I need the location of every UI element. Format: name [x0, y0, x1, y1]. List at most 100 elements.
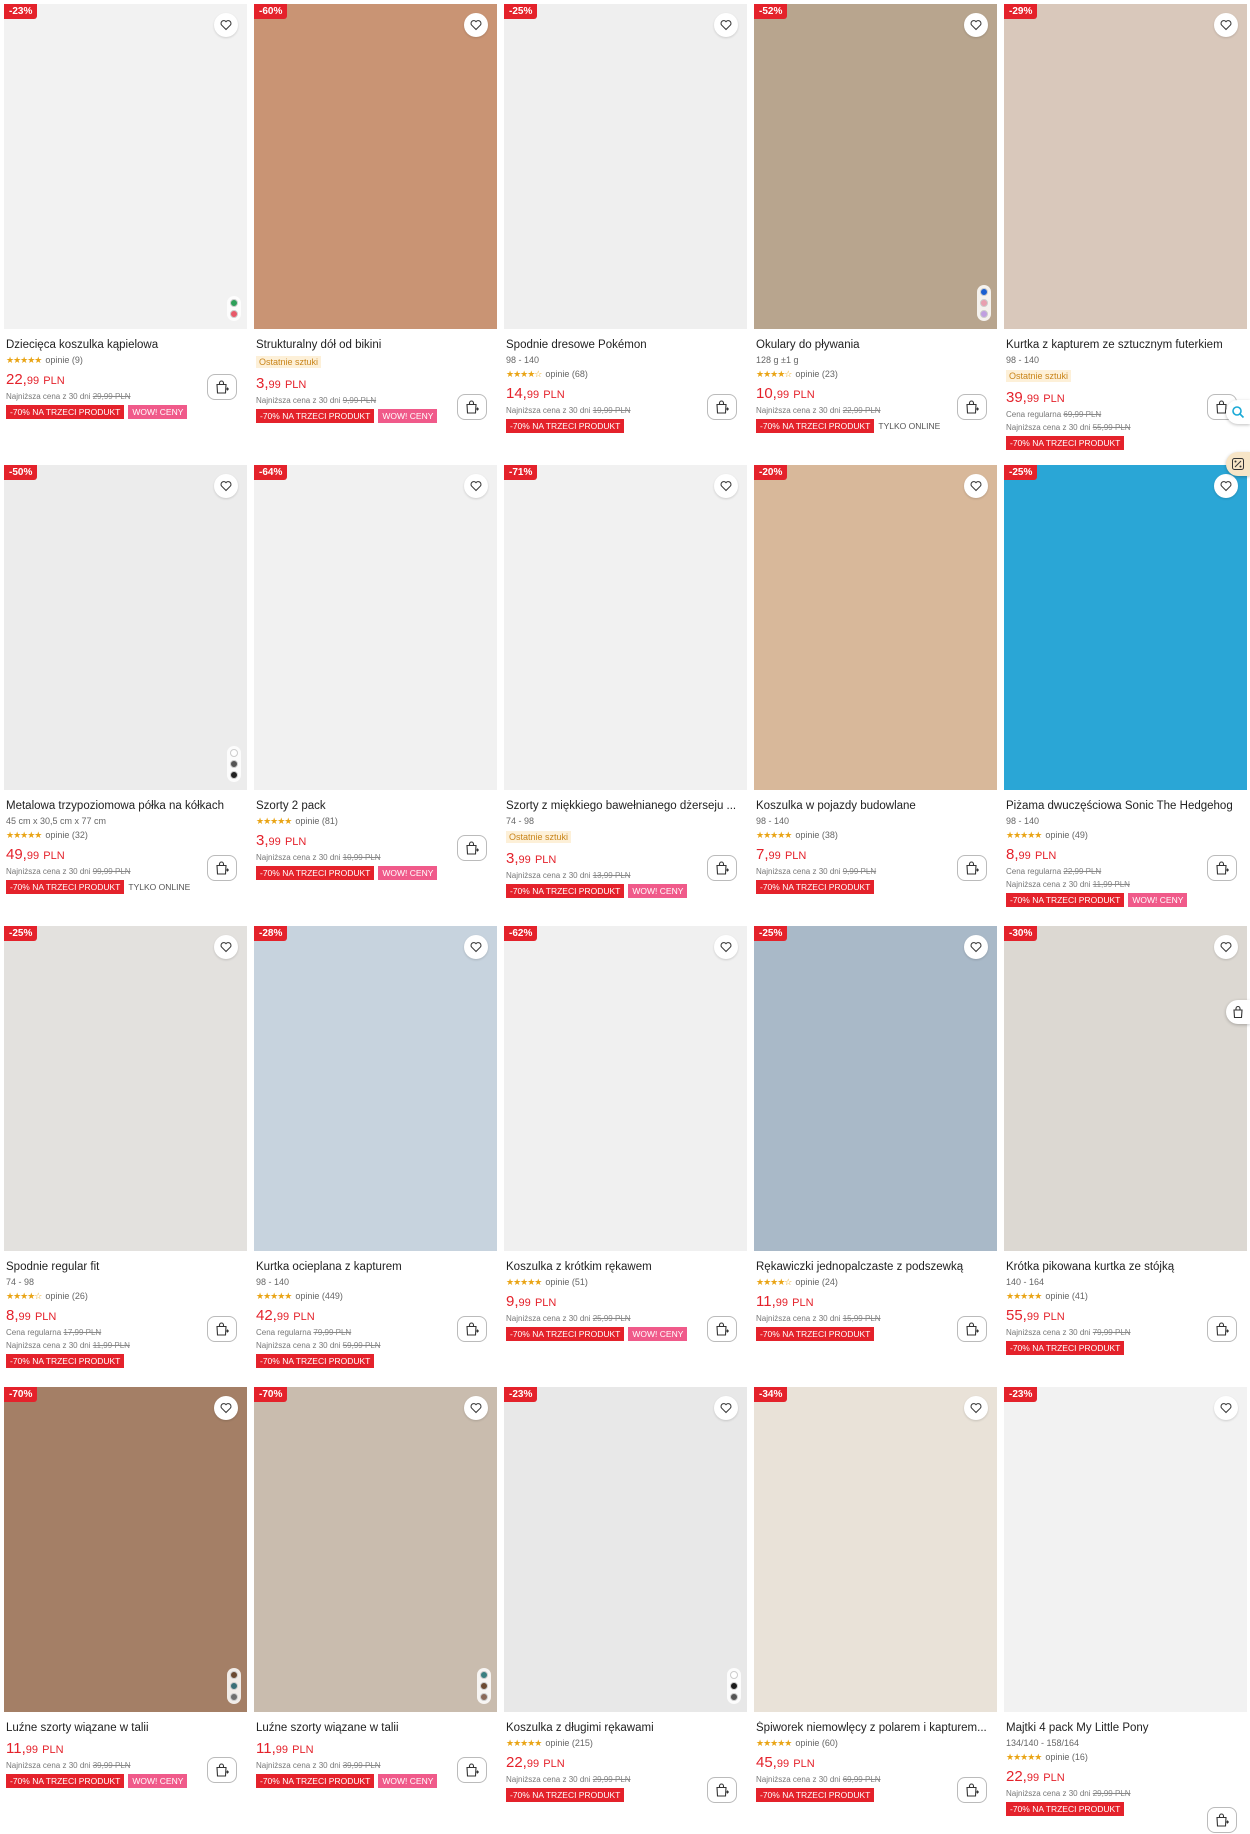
add-to-cart-button[interactable]	[1207, 1807, 1237, 1833]
product-image[interactable]: -34%	[754, 1387, 997, 1712]
heart-icon[interactable]	[714, 474, 738, 498]
add-to-cart-button[interactable]	[957, 855, 987, 881]
add-to-cart-button[interactable]	[707, 1777, 737, 1803]
color-swatch[interactable]	[980, 310, 988, 318]
heart-icon[interactable]	[214, 1396, 238, 1420]
product-card[interactable]: -25% Spodnie dresowe Pokémon 98 - 140 ★★…	[504, 4, 747, 465]
add-to-cart-button[interactable]	[457, 1316, 487, 1342]
color-swatch[interactable]	[480, 1671, 488, 1679]
product-card[interactable]: -50% Metalowa trzypoziomowa półka na kół…	[4, 465, 247, 926]
heart-icon[interactable]	[964, 935, 988, 959]
add-to-cart-button[interactable]	[207, 855, 237, 881]
color-swatch[interactable]	[230, 1682, 238, 1690]
product-card[interactable]: -28% Kurtka ocieplana z kapturem 98 - 14…	[254, 926, 497, 1387]
product-card[interactable]: -25% Piżama dwuczęściowa Sonic The Hedge…	[1004, 465, 1247, 926]
color-swatches[interactable]	[227, 1668, 241, 1704]
heart-icon[interactable]	[214, 13, 238, 37]
product-image[interactable]: -25%	[4, 926, 247, 1251]
add-to-cart-button[interactable]	[957, 1777, 987, 1803]
color-swatches[interactable]	[727, 1668, 741, 1704]
product-title[interactable]: Piżama dwuczęściowa Sonic The Hedgehog	[1006, 799, 1240, 813]
heart-icon[interactable]	[464, 474, 488, 498]
product-image[interactable]: -52%	[754, 4, 997, 329]
product-card[interactable]: -25% Rękawiczki jednopalczaste z podszew…	[754, 926, 997, 1387]
add-to-cart-button[interactable]	[457, 1757, 487, 1783]
heart-icon[interactable]	[1214, 935, 1238, 959]
color-swatch[interactable]	[730, 1671, 738, 1679]
color-swatch[interactable]	[980, 288, 988, 296]
product-image[interactable]: -70%	[4, 1387, 247, 1712]
product-title[interactable]: Luźne szorty wiązane w talii	[256, 1721, 490, 1735]
heart-icon[interactable]	[214, 935, 238, 959]
color-swatch[interactable]	[230, 310, 238, 318]
heart-icon[interactable]	[464, 13, 488, 37]
heart-icon[interactable]	[214, 474, 238, 498]
product-title[interactable]: Koszulka z krótkim rękawem	[506, 1260, 740, 1274]
color-swatches[interactable]	[977, 285, 991, 321]
product-card[interactable]: -25% Spodnie regular fit 74 - 98 ★★★★☆ op…	[4, 926, 247, 1387]
product-title[interactable]: Szorty z miękkiego bawełnianego dżerseju…	[506, 799, 740, 813]
product-card[interactable]: -52% Okulary do pływania 128 g ±1 g ★★★★…	[754, 4, 997, 465]
product-title[interactable]: Dziecięca koszulka kąpielowa	[6, 338, 240, 352]
product-image[interactable]: -20%	[754, 465, 997, 790]
heart-icon[interactable]	[714, 13, 738, 37]
color-swatch[interactable]	[730, 1693, 738, 1701]
color-swatch[interactable]	[730, 1682, 738, 1690]
product-card[interactable]: -30% Krótka pikowana kurtka ze stójką 14…	[1004, 926, 1247, 1387]
product-image[interactable]: -50%	[4, 465, 247, 790]
product-image[interactable]: -62%	[504, 926, 747, 1251]
add-to-cart-button[interactable]	[707, 394, 737, 420]
product-image[interactable]: -29%	[1004, 4, 1247, 329]
add-to-cart-button[interactable]	[207, 374, 237, 400]
product-image[interactable]: -23%	[1004, 1387, 1247, 1712]
add-to-cart-button[interactable]	[707, 1316, 737, 1342]
heart-icon[interactable]	[1214, 13, 1238, 37]
product-title[interactable]: Okulary do pływania	[756, 338, 990, 352]
product-card[interactable]: -71% Szorty z miękkiego bawełnianego dże…	[504, 465, 747, 926]
product-image[interactable]: -25%	[1004, 465, 1247, 790]
heart-icon[interactable]	[1214, 1396, 1238, 1420]
product-title[interactable]: Kurtka ocieplana z kapturem	[256, 1260, 490, 1274]
heart-icon[interactable]	[1214, 474, 1238, 498]
color-swatch[interactable]	[230, 760, 238, 768]
add-to-cart-button[interactable]	[957, 394, 987, 420]
color-swatches[interactable]	[227, 296, 241, 321]
product-title[interactable]: Spodnie dresowe Pokémon	[506, 338, 740, 352]
product-card[interactable]: -62% Koszulka z krótkim rękawem ★★★★★ opi…	[504, 926, 747, 1387]
product-card[interactable]: -20% Koszulka w pojazdy budowlane 98 - 1…	[754, 465, 997, 926]
product-image[interactable]: -28%	[254, 926, 497, 1251]
add-to-cart-button[interactable]	[707, 855, 737, 881]
heart-icon[interactable]	[714, 1396, 738, 1420]
color-swatch[interactable]	[230, 1671, 238, 1679]
product-image[interactable]: -64%	[254, 465, 497, 790]
product-card[interactable]: -60% Strukturalny dół od bikini Ostatnie…	[254, 4, 497, 465]
product-title[interactable]: Szorty 2 pack	[256, 799, 490, 813]
product-card[interactable]: -34% Śpiworek niemowlęcy z polarem i kap…	[754, 1387, 997, 1834]
product-image[interactable]: -70%	[254, 1387, 497, 1712]
add-to-cart-button[interactable]	[207, 1316, 237, 1342]
add-to-cart-button[interactable]	[457, 835, 487, 861]
color-swatch[interactable]	[480, 1682, 488, 1690]
product-image[interactable]: -23%	[504, 1387, 747, 1712]
color-swatch[interactable]	[230, 1693, 238, 1701]
product-title[interactable]: Luźne szorty wiązane w talii	[6, 1721, 240, 1735]
product-title[interactable]: Śpiworek niemowlęcy z polarem i kapturem…	[756, 1721, 990, 1735]
product-card[interactable]: -23% Majtki 4 pack My Little Pony 134/14…	[1004, 1387, 1247, 1834]
color-swatches[interactable]	[477, 1668, 491, 1704]
color-swatch[interactable]	[480, 1693, 488, 1701]
product-title[interactable]: Spodnie regular fit	[6, 1260, 240, 1274]
heart-icon[interactable]	[964, 13, 988, 37]
product-card[interactable]: -23% Dziecięca koszulka kąpielowa ★★★★★ o…	[4, 4, 247, 465]
product-title[interactable]: Strukturalny dół od bikini	[256, 338, 490, 352]
product-title[interactable]: Metalowa trzypoziomowa półka na kółkach	[6, 799, 240, 813]
product-image[interactable]: -71%	[504, 465, 747, 790]
heart-icon[interactable]	[964, 474, 988, 498]
product-card[interactable]: -29% Kurtka z kapturem ze sztucznym fute…	[1004, 4, 1247, 465]
add-to-cart-button[interactable]	[1207, 1316, 1237, 1342]
search-icon[interactable]	[1226, 400, 1250, 424]
heart-icon[interactable]	[964, 1396, 988, 1420]
product-title[interactable]: Majtki 4 pack My Little Pony	[1006, 1721, 1240, 1735]
color-swatch[interactable]	[230, 771, 238, 779]
product-title[interactable]: Koszulka z długimi rękawami	[506, 1721, 740, 1735]
product-image[interactable]: -30%	[1004, 926, 1247, 1251]
